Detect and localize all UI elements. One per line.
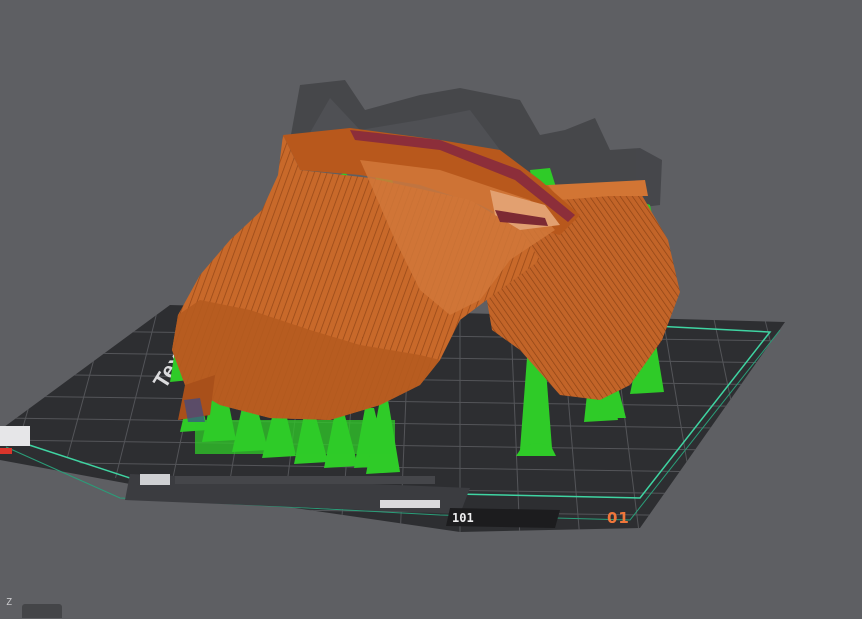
plate-logo (140, 474, 170, 485)
plate-number[interactable]: 01 (607, 509, 630, 527)
z-axis-label: Z (6, 597, 13, 608)
plate-marker: 101 (452, 511, 474, 525)
3d-viewport[interactable]: Textured PEI Plate 101 (0, 0, 862, 618)
scene-svg[interactable]: Textured PEI Plate 101 (0, 0, 862, 614)
corner-tab[interactable] (22, 604, 62, 618)
